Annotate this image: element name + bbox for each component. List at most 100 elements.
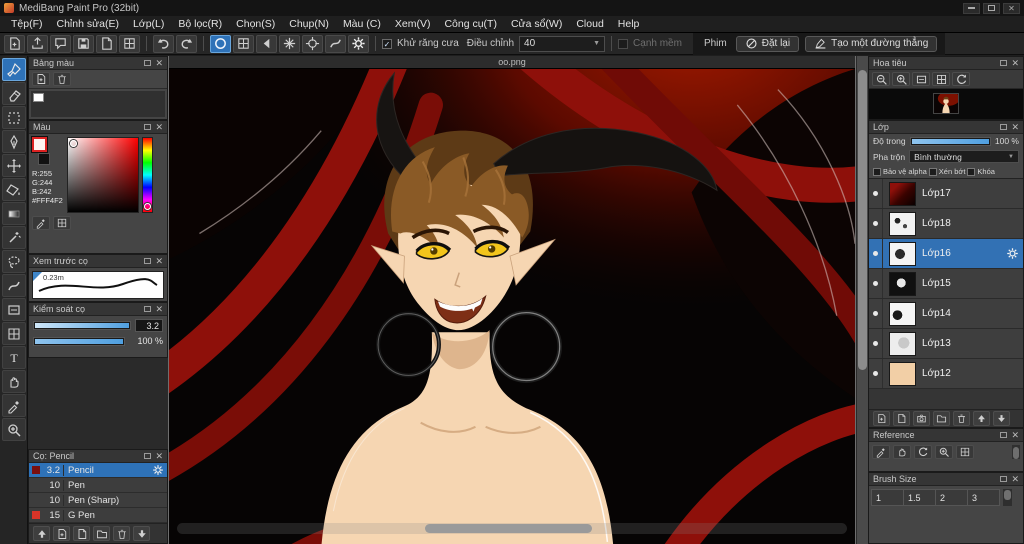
brush-settings-button[interactable]	[348, 34, 369, 53]
brush-size-value[interactable]: 3.2	[135, 319, 163, 332]
color-picker-marker[interactable]	[70, 140, 77, 147]
tool-move[interactable]	[1, 154, 26, 177]
layer-add-button[interactable]	[873, 411, 890, 426]
brush-size-option[interactable]: 2	[935, 489, 968, 506]
brush-size-scrollbar[interactable]	[1003, 489, 1012, 506]
navigator-thumbnail[interactable]	[933, 93, 959, 114]
close-icon[interactable]: ✕	[1011, 474, 1019, 484]
layer-row[interactable]: Lớp15	[869, 269, 1023, 299]
popout-icon[interactable]	[144, 60, 152, 66]
lock-checkbox[interactable]	[967, 167, 976, 176]
layer-row-selected[interactable]: Lớp16	[869, 239, 1023, 269]
reference-zoom-button[interactable]	[935, 445, 953, 459]
clipping-checkbox[interactable]	[928, 167, 937, 176]
brush-edit-button[interactable]	[73, 526, 90, 541]
tool-magic-wand[interactable]	[1, 226, 26, 249]
scrollbar-thumb[interactable]	[1013, 447, 1019, 459]
scrollbar-thumb[interactable]	[424, 524, 593, 533]
layer-up-button[interactable]	[973, 411, 990, 426]
layer-row[interactable]: Lớp14	[869, 299, 1023, 329]
layer-row[interactable]: Lớp12	[869, 359, 1023, 389]
palette-swatch-list[interactable]	[31, 91, 165, 117]
layer-duplicate-button[interactable]	[893, 411, 910, 426]
tool-eyedropper[interactable]	[1, 394, 26, 417]
protect-alpha-checkbox[interactable]	[873, 167, 881, 176]
canvas-vertical-scrollbar[interactable]	[856, 56, 868, 544]
layer-visibility-toggle[interactable]	[869, 269, 883, 298]
create-line-button[interactable]: Tạo một đường thẳng	[805, 35, 938, 52]
fit-window-button[interactable]	[912, 72, 930, 86]
layer-down-button[interactable]	[993, 411, 1010, 426]
brush-scatter-button[interactable]	[279, 34, 300, 53]
popout-icon[interactable]	[1000, 124, 1008, 130]
close-button[interactable]: ✕	[1003, 2, 1020, 14]
menu-view[interactable]: Xem(V)	[388, 17, 438, 31]
popout-icon[interactable]	[144, 258, 152, 264]
brush-list-item[interactable]: 10 Pen	[29, 478, 167, 493]
document-list-button[interactable]	[119, 34, 140, 53]
layer-visibility-toggle[interactable]	[869, 359, 883, 388]
popout-icon[interactable]	[1000, 60, 1008, 66]
soft-edge-checkbox[interactable]	[618, 38, 629, 49]
scrollbar-thumb[interactable]	[858, 70, 867, 370]
redo-button[interactable]	[176, 34, 197, 53]
gear-icon[interactable]	[152, 464, 164, 476]
popout-icon[interactable]	[1000, 476, 1008, 482]
save-button[interactable]	[73, 34, 94, 53]
layer-row[interactable]: Lớp13	[869, 329, 1023, 359]
tool-divide[interactable]	[1, 322, 26, 345]
correction-select[interactable]: 40 ▼	[519, 35, 606, 52]
brush-folder-button[interactable]	[93, 526, 110, 541]
palette-add-button[interactable]	[32, 72, 50, 86]
close-icon[interactable]: ✕	[155, 304, 163, 314]
brush-size-option[interactable]: 1.5	[903, 489, 936, 506]
menu-filter[interactable]: Bộ lọc(R)	[171, 17, 229, 31]
tool-brush[interactable]	[1, 58, 26, 81]
palette-swatch[interactable]	[33, 93, 44, 102]
menu-color[interactable]: Màu (C)	[336, 17, 388, 31]
reference-grid-button[interactable]	[956, 445, 974, 459]
hue-slider[interactable]	[142, 137, 153, 213]
layer-opacity-slider[interactable]	[909, 136, 991, 146]
hue-marker[interactable]	[144, 203, 151, 210]
tool-lasso[interactable]	[1, 250, 26, 273]
publish-button[interactable]	[50, 34, 71, 53]
canvas-tab[interactable]: oo.png	[169, 56, 855, 69]
menu-tools[interactable]: Công cụ(T)	[437, 17, 504, 31]
actual-size-button[interactable]	[932, 72, 950, 86]
tool-fill-bucket[interactable]	[1, 178, 26, 201]
menu-help[interactable]: Help	[611, 17, 647, 31]
new-file-button[interactable]	[4, 34, 25, 53]
canvas-viewport[interactable]	[169, 69, 855, 544]
blend-mode-select[interactable]: Bình thường ▼	[909, 150, 1019, 163]
color-grid-toggle-button[interactable]	[53, 216, 71, 230]
gear-icon[interactable]	[1006, 247, 1019, 260]
brush-list-item[interactable]: 3.2 Pencil	[29, 463, 167, 478]
color-wheel-toggle-button[interactable]	[32, 216, 50, 230]
background-color-swatch[interactable]	[38, 153, 50, 165]
tool-shape[interactable]	[1, 298, 26, 321]
menu-edit[interactable]: Chỉnh sửa(E)	[50, 17, 126, 31]
menu-cloud[interactable]: Cloud	[569, 17, 610, 31]
reference-scrollbar[interactable]	[1012, 445, 1020, 459]
reset-rotation-button[interactable]	[952, 72, 970, 86]
menu-layer[interactable]: Lớp(L)	[126, 17, 171, 31]
reference-rotate-button[interactable]	[914, 445, 932, 459]
layer-visibility-toggle[interactable]	[869, 179, 883, 208]
brush-tip-circle-button[interactable]	[210, 34, 231, 53]
foreground-color-swatch[interactable]	[31, 136, 48, 153]
maximize-button[interactable]	[983, 2, 1000, 14]
close-icon[interactable]: ✕	[1011, 122, 1019, 132]
canvas-horizontal-scrollbar[interactable]	[177, 523, 847, 534]
brush-curve-button[interactable]	[325, 34, 346, 53]
brush-tip-triangle-button[interactable]	[256, 34, 277, 53]
layer-folder-button[interactable]	[933, 411, 950, 426]
undo-button[interactable]	[153, 34, 174, 53]
zoom-out-button[interactable]	[872, 72, 890, 86]
popout-icon[interactable]	[1000, 432, 1008, 438]
close-icon[interactable]: ✕	[1011, 430, 1019, 440]
palette-delete-button[interactable]	[53, 72, 71, 86]
layer-camera-button[interactable]	[913, 411, 930, 426]
tool-pen[interactable]	[1, 130, 26, 153]
reference-dropper-button[interactable]	[872, 445, 890, 459]
